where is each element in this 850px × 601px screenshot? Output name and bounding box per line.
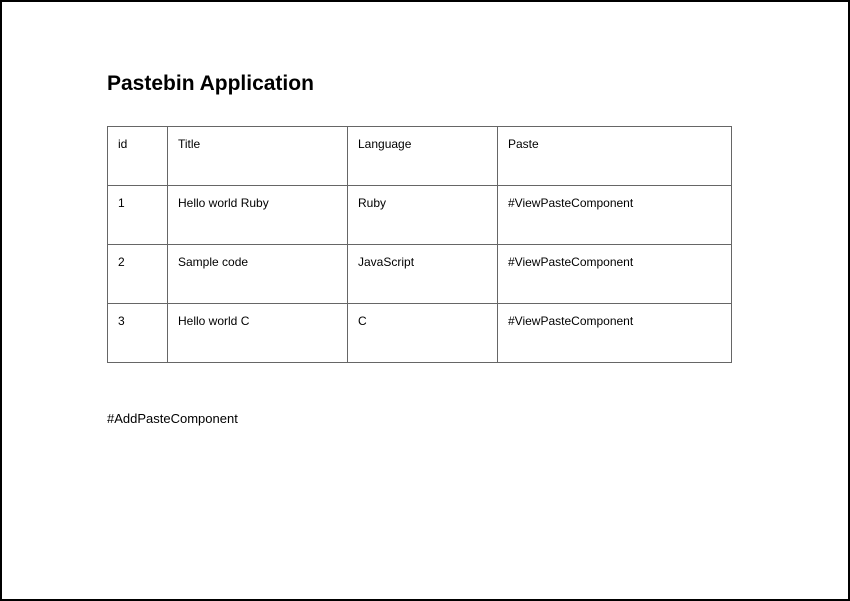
col-header-language: Language [348, 127, 498, 186]
table-row: 2 Sample code JavaScript #ViewPasteCompo… [108, 245, 732, 304]
cell-paste: #ViewPasteComponent [498, 304, 732, 363]
cell-language: C [348, 304, 498, 363]
cell-id: 1 [108, 186, 168, 245]
cell-language: Ruby [348, 186, 498, 245]
table-row: 3 Hello world C C #ViewPasteComponent [108, 304, 732, 363]
paste-table: id Title Language Paste 1 Hello world Ru… [107, 126, 732, 363]
page-title: Pastebin Application [107, 72, 743, 96]
cell-id: 3 [108, 304, 168, 363]
cell-title: Hello world C [168, 304, 348, 363]
cell-paste: #ViewPasteComponent [498, 186, 732, 245]
col-header-title: Title [168, 127, 348, 186]
add-paste-component: #AddPasteComponent [107, 411, 743, 426]
table-header-row: id Title Language Paste [108, 127, 732, 186]
page-frame: Pastebin Application id Title Language P… [0, 0, 850, 601]
cell-language: JavaScript [348, 245, 498, 304]
table-row: 1 Hello world Ruby Ruby #ViewPasteCompon… [108, 186, 732, 245]
cell-title: Hello world Ruby [168, 186, 348, 245]
cell-title: Sample code [168, 245, 348, 304]
cell-id: 2 [108, 245, 168, 304]
cell-paste: #ViewPasteComponent [498, 245, 732, 304]
col-header-paste: Paste [498, 127, 732, 186]
col-header-id: id [108, 127, 168, 186]
